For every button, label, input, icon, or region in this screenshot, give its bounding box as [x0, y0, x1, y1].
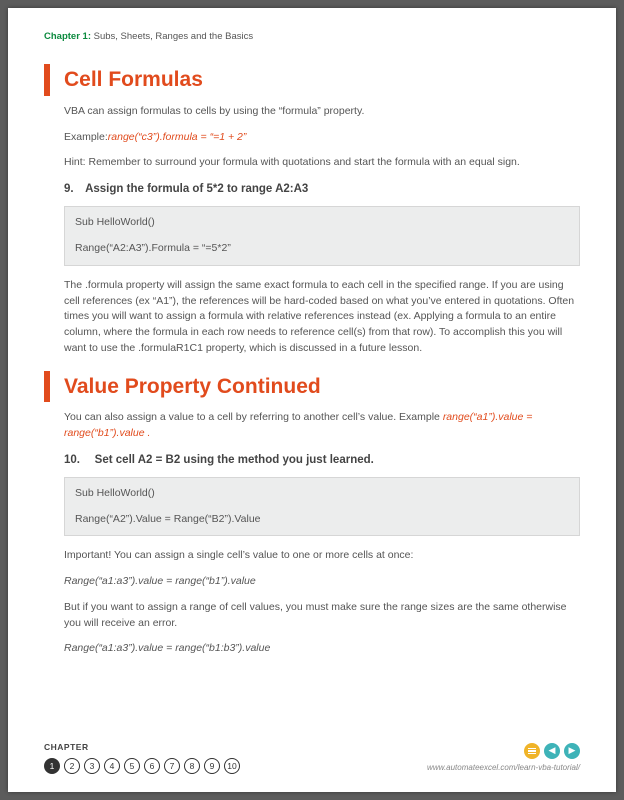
- code-line: Range(“A2:A3”).Formula = “=5*2”: [75, 241, 569, 257]
- chapter-label: Chapter 1:: [44, 31, 91, 42]
- chapter-dot-2[interactable]: 2: [64, 758, 80, 774]
- chapter-dot-4[interactable]: 4: [104, 758, 120, 774]
- code-line: Sub HelloWorld(): [75, 486, 569, 502]
- chapter-dot-8[interactable]: 8: [184, 758, 200, 774]
- site-url: www.automateexcel.com/learn-vba-tutorial…: [427, 762, 580, 774]
- hint-text: Hint: Remember to surround your formula …: [64, 155, 580, 171]
- heading-value-property: Value Property Continued: [64, 371, 580, 403]
- chapter-dot-6[interactable]: 6: [144, 758, 160, 774]
- paragraph: You can also assign a value to a cell by…: [64, 410, 580, 442]
- chapter-dot-10[interactable]: 10: [224, 758, 240, 774]
- code-block: Sub HelloWorld() Range(“A2:A3”).Formula …: [64, 206, 580, 266]
- chapter-header: Chapter 1: Subs, Sheets, Ranges and the …: [44, 30, 580, 44]
- page-footer: CHAPTER 1 2 3 4 5 6 7 8 9 10 ◀ ▶ www.aut…: [44, 741, 580, 774]
- chapter-title: Subs, Sheets, Ranges and the Basics: [94, 31, 254, 42]
- nav-icons: ◀ ▶: [427, 743, 580, 759]
- inline-code: range(“c3”).formula = “=1 + 2”: [108, 131, 247, 143]
- prev-page-icon[interactable]: ◀: [544, 743, 560, 759]
- chapter-dot-9[interactable]: 9: [204, 758, 220, 774]
- paragraph: The .formula property will assign the sa…: [64, 278, 580, 357]
- chapter-dot-5[interactable]: 5: [124, 758, 140, 774]
- next-page-icon[interactable]: ▶: [564, 743, 580, 759]
- paragraph: Important! You can assign a single cell’…: [64, 548, 580, 564]
- code-block: Sub HelloWorld() Range(“A2”).Value = Ran…: [64, 477, 580, 537]
- example-line: Example:range(“c3”).formula = “=1 + 2”: [64, 130, 580, 146]
- section-body: You can also assign a value to a cell by…: [44, 410, 580, 657]
- section-value-property: Value Property Continued: [44, 371, 580, 403]
- code-line: Range(“A2”).Value = Range(“B2”).Value: [75, 512, 569, 528]
- code-red-line: Range(“a1:a3”).value = range(“b1:b3”).va…: [64, 641, 580, 657]
- paragraph: VBA can assign formulas to cells by usin…: [64, 104, 580, 120]
- exercise-heading-10: 10. Set cell A2 = B2 using the method yo…: [64, 452, 580, 469]
- exercise-heading-9: 9. Assign the formula of 5*2 to range A2…: [64, 181, 580, 198]
- footer-right: ◀ ▶ www.automateexcel.com/learn-vba-tuto…: [427, 743, 580, 774]
- menu-icon[interactable]: [524, 743, 540, 759]
- chapter-dot-7[interactable]: 7: [164, 758, 180, 774]
- paragraph: But if you want to assign a range of cel…: [64, 600, 580, 632]
- heading-cell-formulas: Cell Formulas: [64, 64, 580, 96]
- code-red-line: Range(“a1:a3”).value = range(“b1”).value: [64, 574, 580, 590]
- example-label: Example:: [64, 131, 108, 143]
- code-line: Sub HelloWorld(): [75, 215, 569, 231]
- document-page: Chapter 1: Subs, Sheets, Ranges and the …: [8, 8, 616, 792]
- chapter-dot-3[interactable]: 3: [84, 758, 100, 774]
- chapter-dot-1[interactable]: 1: [44, 758, 60, 774]
- section-cell-formulas: Cell Formulas: [44, 64, 580, 96]
- section-body: VBA can assign formulas to cells by usin…: [44, 104, 580, 357]
- paragraph-text: You can also assign a value to a cell by…: [64, 411, 443, 423]
